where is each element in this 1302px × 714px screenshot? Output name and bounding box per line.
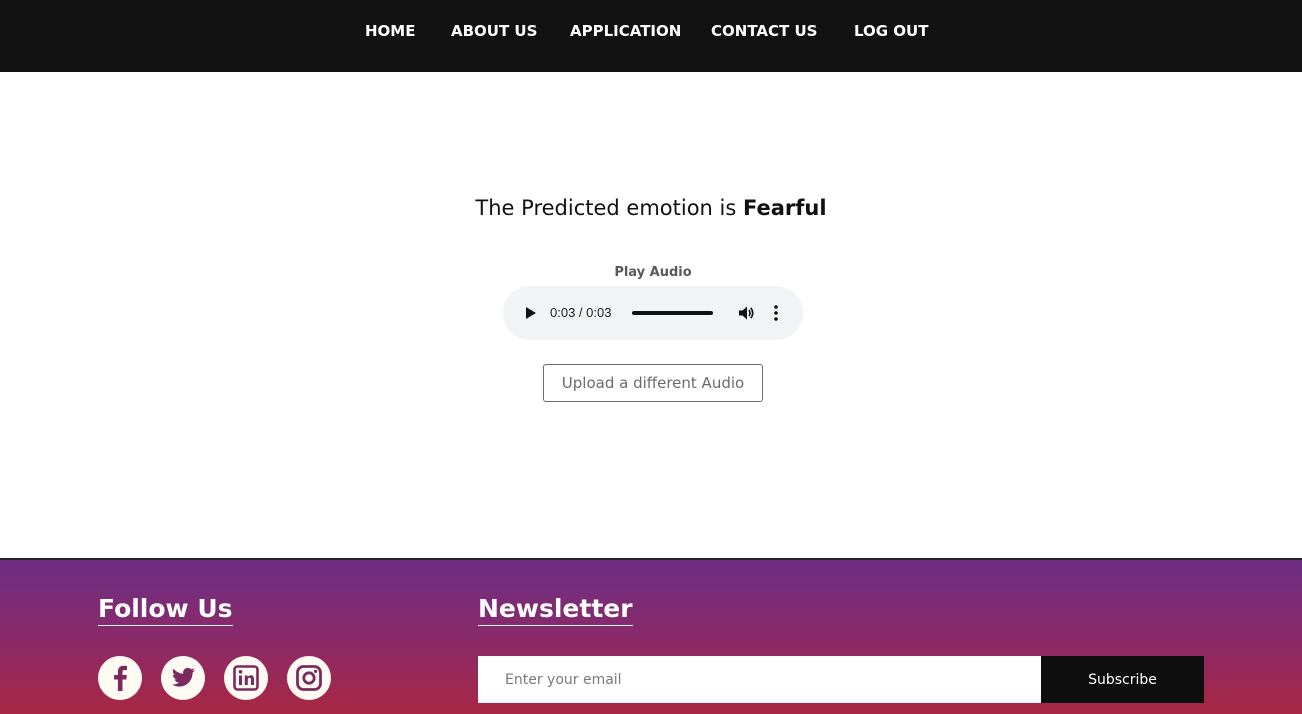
prediction-result: The Predicted emotion is Fearful (0, 196, 1302, 220)
nav-about-us[interactable]: ABOUT US (451, 22, 537, 40)
prediction-prefix: The Predicted emotion is (475, 196, 737, 220)
twitter-icon[interactable] (161, 656, 205, 700)
play-icon[interactable] (526, 307, 536, 319)
predicted-emotion: Fearful (743, 196, 827, 220)
upload-different-audio-button[interactable]: Upload a different Audio (543, 364, 763, 402)
nav-home[interactable]: HOME (365, 22, 415, 40)
subscribe-button[interactable]: Subscribe (1041, 656, 1204, 703)
facebook-icon[interactable] (98, 656, 142, 700)
follow-us-heading: Follow Us (98, 594, 233, 626)
newsletter-heading: Newsletter (478, 594, 633, 626)
nav-contact-us[interactable]: CONTACT US (711, 22, 817, 40)
nav-application[interactable]: APPLICATION (570, 22, 681, 40)
footer: Follow Us Newsletter Subscribe (0, 558, 1302, 714)
linkedin-icon[interactable] (224, 656, 268, 700)
top-navbar: HOME ABOUT US APPLICATION CONTACT US LOG… (0, 0, 1302, 72)
volume-icon[interactable] (737, 304, 755, 322)
audio-time: 0:03 / 0:03 (550, 305, 612, 320)
play-audio-label: Play Audio (614, 265, 692, 280)
email-input[interactable] (478, 656, 1041, 703)
instagram-icon[interactable] (287, 656, 331, 700)
more-options-icon[interactable] (771, 303, 781, 323)
nav-log-out[interactable]: LOG OUT (854, 22, 928, 40)
audio-progress-bar[interactable] (632, 311, 713, 315)
